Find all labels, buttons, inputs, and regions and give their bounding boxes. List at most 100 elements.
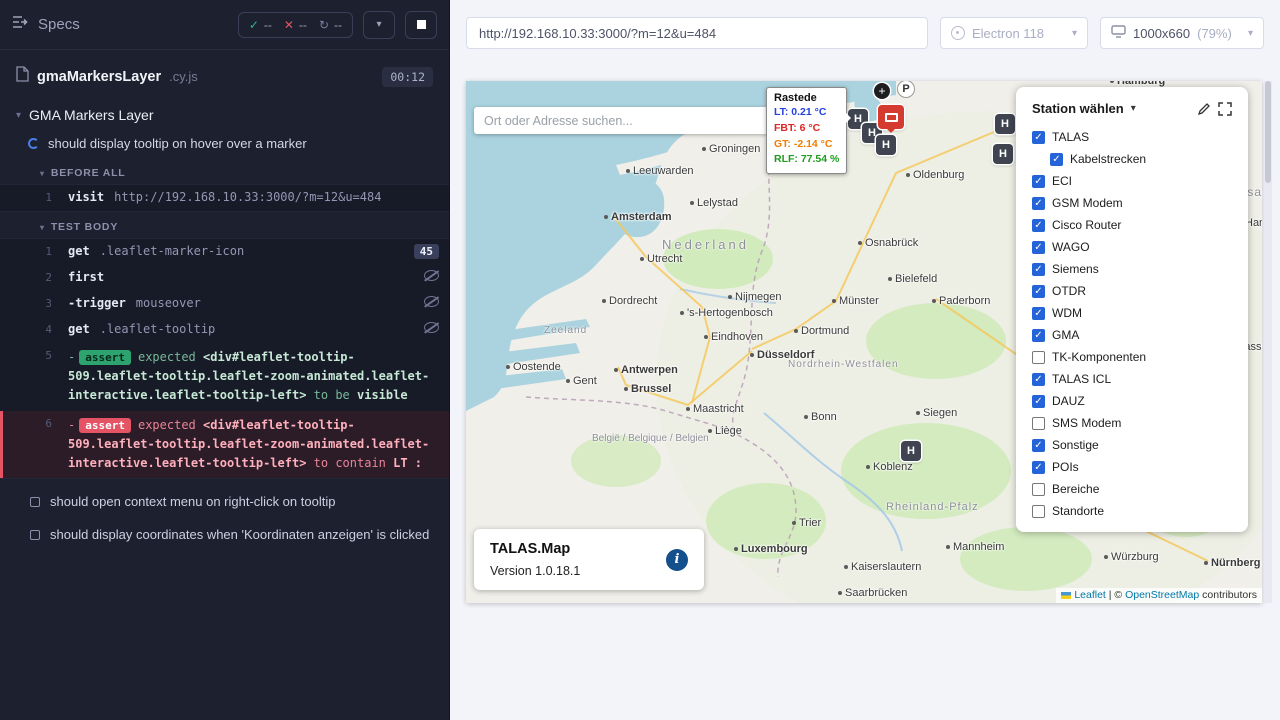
checkbox-unchecked[interactable]: [1032, 417, 1045, 430]
command-row[interactable]: 2 first: [0, 265, 449, 291]
city-dot: [680, 311, 684, 315]
layer-item-kabelstrecken[interactable]: ✓ Kabelstrecken: [1032, 148, 1232, 170]
checkbox-checked[interactable]: ✓: [1032, 241, 1045, 254]
scrollbar-thumb[interactable]: [1265, 81, 1271, 183]
layer-item-tk-komponenten[interactable]: TK-Komponenten: [1032, 346, 1232, 368]
layer-item-dauz[interactable]: ✓DAUZ: [1032, 390, 1232, 412]
layer-item-cisco-router[interactable]: ✓Cisco Router: [1032, 214, 1232, 236]
command-body: first: [68, 270, 439, 284]
command-row[interactable]: 4 get.leaflet-tooltip: [0, 317, 449, 343]
checkbox-checked[interactable]: ✓: [1032, 131, 1045, 144]
station-marker-icon[interactable]: H: [995, 114, 1015, 134]
layer-item-talas-icl[interactable]: ✓TALAS ICL: [1032, 368, 1232, 390]
layer-label: Sonstige: [1052, 438, 1099, 452]
layer-label: Bereiche: [1052, 482, 1099, 496]
layer-label: Siemens: [1052, 262, 1099, 276]
checkbox-checked[interactable]: ✓: [1032, 263, 1045, 276]
layer-item-gma[interactable]: ✓GMA: [1032, 324, 1232, 346]
command-row[interactable]: 6 -assertexpected <div#leaflet-tooltip-5…: [0, 411, 449, 479]
city-dot: [906, 173, 910, 177]
city-dot: [624, 387, 628, 391]
fullscreen-icon[interactable]: [1218, 102, 1232, 116]
test-body-section[interactable]: ▾ TEST BODY: [0, 212, 449, 238]
command-row[interactable]: 3 -triggermouseover: [0, 291, 449, 317]
checkbox-checked[interactable]: ✓: [1032, 461, 1045, 474]
station-marker-icon[interactable]: H: [901, 441, 921, 461]
cluster-plus-icon[interactable]: +: [874, 83, 890, 99]
command-args: mouseover: [136, 296, 201, 310]
checkbox-checked[interactable]: ✓: [1032, 395, 1045, 408]
layer-item-pois[interactable]: ✓POIs: [1032, 456, 1232, 478]
pending-test-title: should display coordinates when 'Koordin…: [50, 527, 429, 542]
layer-item-eci[interactable]: ✓ECI: [1032, 170, 1232, 192]
checkbox-checked[interactable]: ✓: [1050, 153, 1063, 166]
layer-item-standorte[interactable]: Standorte: [1032, 500, 1232, 522]
collapse-button[interactable]: ▾: [363, 11, 395, 39]
app-version: Version 1.0.18.1: [490, 564, 580, 578]
checkbox-checked[interactable]: ✓: [1032, 373, 1045, 386]
browser-select[interactable]: Electron 118 ▾: [940, 17, 1088, 49]
checkbox-checked[interactable]: ✓: [1032, 197, 1045, 210]
map-canvas[interactable]: Rastede LT: 0.21 °CFBT: 6 °CGT: -2.14 °C…: [466, 81, 1262, 603]
checkbox-checked[interactable]: ✓: [1032, 439, 1045, 452]
layer-item-sms-modem[interactable]: SMS Modem: [1032, 412, 1232, 434]
city-dot: [750, 353, 754, 357]
specs-title[interactable]: Specs: [38, 16, 80, 33]
layer-label: Kabelstrecken: [1070, 152, 1146, 166]
before-all-section[interactable]: ▾ BEFORE ALL: [0, 158, 449, 184]
command-row[interactable]: 1 visithttp://192.168.10.33:3000/?m=12&u…: [0, 185, 449, 211]
layer-label: SMS Modem: [1052, 416, 1121, 430]
spec-extension: .cy.js: [169, 69, 198, 84]
city-label: Osnabrück: [858, 237, 918, 249]
stop-button[interactable]: [405, 11, 437, 39]
aut-viewport: Rastede LT: 0.21 °CFBT: 6 °CGT: -2.14 °C…: [466, 81, 1264, 603]
suite-row[interactable]: ▾ GMA Markers Layer: [0, 97, 449, 129]
station-marker-icon[interactable]: H: [876, 135, 896, 155]
layer-item-talas[interactable]: ✓TALAS: [1032, 126, 1232, 148]
viewport-select[interactable]: 1000x660 (79%) ▾: [1100, 17, 1264, 49]
pending-test-row[interactable]: should display coordinates when 'Koordin…: [0, 518, 449, 551]
edit-pencil-icon[interactable]: [1197, 102, 1211, 116]
osm-link[interactable]: OpenStreetMap: [1125, 589, 1199, 601]
chevron-down-icon[interactable]: ▾: [1131, 103, 1136, 114]
tooltip-title: Rastede: [774, 92, 839, 104]
station-marker-icon[interactable]: H: [993, 144, 1013, 164]
active-test-row[interactable]: should display tooltip on hover over a m…: [0, 129, 449, 158]
pending-test-row[interactable]: should open context menu on right-click …: [0, 485, 449, 518]
layer-item-wdm[interactable]: ✓WDM: [1032, 302, 1232, 324]
checkbox-unchecked[interactable]: [1032, 505, 1045, 518]
chevron-down-icon: ▾: [1072, 28, 1077, 39]
command-row[interactable]: 5 -assertexpected <div#leaflet-tooltip-5…: [0, 343, 449, 411]
layer-item-sonstige[interactable]: ✓ Sonstige: [1032, 434, 1232, 456]
assert-dash: -: [68, 350, 75, 364]
layer-item-siemens[interactable]: ✓ Siemens: [1032, 258, 1232, 280]
leaflet-link[interactable]: Leaflet: [1074, 589, 1106, 601]
info-icon[interactable]: i: [666, 549, 688, 571]
checkbox-checked[interactable]: ✓: [1032, 285, 1045, 298]
layer-item-gsm-modem[interactable]: ✓GSM Modem: [1032, 192, 1232, 214]
checkbox-checked[interactable]: ✓: [1032, 219, 1045, 232]
url-input[interactable]: [466, 17, 928, 49]
checkbox-unchecked[interactable]: [1032, 351, 1045, 364]
specs-menu-icon[interactable]: [12, 15, 28, 34]
spec-name: gmaMarkersLayer: [37, 69, 161, 85]
layer-item-otdr[interactable]: ✓OTDR: [1032, 280, 1232, 302]
command-row[interactable]: 1 get.leaflet-marker-icon45: [0, 239, 449, 265]
map-search-input[interactable]: [474, 107, 777, 134]
checkbox-checked[interactable]: ✓: [1032, 307, 1045, 320]
checkbox-checked[interactable]: ✓: [1032, 329, 1045, 342]
checkbox-unchecked[interactable]: [1032, 483, 1045, 496]
alarm-marker-icon[interactable]: [878, 105, 904, 129]
parking-marker-icon[interactable]: P: [898, 81, 914, 97]
assert-message: -assertexpected <div#leaflet-tooltip-509…: [68, 348, 439, 406]
layer-item-wago[interactable]: ✓WAGO: [1032, 236, 1232, 258]
city-dot: [690, 201, 694, 205]
city-label: Leeuwarden: [626, 165, 694, 177]
city-dot: [844, 565, 848, 569]
checkbox-checked[interactable]: ✓: [1032, 175, 1045, 188]
chevron-down-icon: ▾: [1248, 28, 1253, 39]
command-body: get.leaflet-marker-icon45: [68, 244, 439, 259]
city-label: Antwerpen: [614, 364, 678, 376]
layer-item-bereiche[interactable]: Bereiche: [1032, 478, 1232, 500]
scrollbar[interactable]: [1264, 81, 1272, 603]
